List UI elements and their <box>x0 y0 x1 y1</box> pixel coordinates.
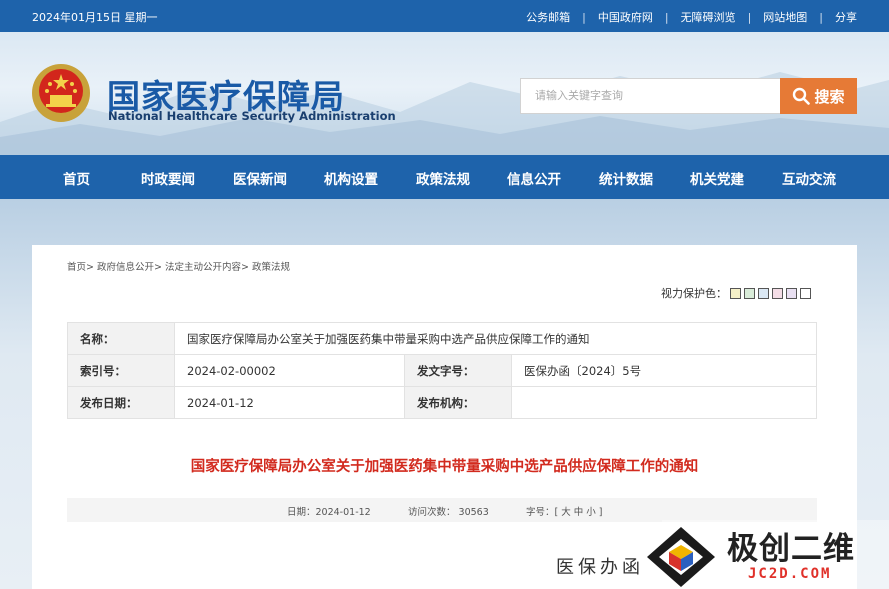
current-date: 2024年01月15日 星期一 <box>32 11 158 24</box>
eye-protection-label: 视力保护色： <box>661 287 727 300</box>
search-input[interactable]: 请输入关键字查询 <box>520 78 782 114</box>
index-label: 索引号： <box>67 354 175 387</box>
font-size-selector[interactable]: 字号：[ 大 中 小 ] <box>526 504 603 518</box>
color-swatch-blue[interactable] <box>758 287 769 299</box>
table-row: 索引号： 2024-02-00002 发文字号： 医保办函〔2024〕5号 <box>67 354 817 387</box>
nav-item-organization[interactable]: 机构设置 <box>324 168 378 188</box>
color-swatch-white[interactable] <box>800 287 811 299</box>
visit-count: 访问次数： 30563 <box>408 507 489 518</box>
top-links: 公务邮箱 | 中国政府网 | 无障碍浏览 | 网站地图 | 分享 <box>526 9 857 25</box>
docno-value: 医保办函〔2024〕5号 <box>511 354 817 387</box>
color-swatch-purple[interactable] <box>786 287 797 299</box>
nav-item-statistics[interactable]: 统计数据 <box>599 168 653 188</box>
search-icon <box>793 87 811 105</box>
main-nav: 首页 时政要闻 医保新闻 机构设置 政策法规 信息公开 统计数据 机关党建 互动… <box>0 155 889 199</box>
breadcrumb: 首页> 政府信息公开> 法定主动公开内容> 政策法规 <box>67 259 290 273</box>
breadcrumb-home[interactable]: 首页> <box>67 262 94 273</box>
org-label: 发布机构： <box>404 386 512 419</box>
separator: | <box>819 10 823 24</box>
date-value: 2024-01-12 <box>174 386 405 419</box>
table-row: 名称： 国家医疗保障局办公室关于加强医药集中带量采购中选产品供应保障工作的通知 <box>67 322 817 355</box>
nav-item-news[interactable]: 时政要闻 <box>141 168 195 188</box>
name-label: 名称： <box>67 322 175 355</box>
separator: | <box>664 10 669 24</box>
breadcrumb-gov-info[interactable]: 政府信息公开> <box>97 262 162 273</box>
link-share[interactable]: 分享 <box>835 9 857 25</box>
breadcrumb-statutory[interactable]: 法定主动公开内容> <box>165 262 249 273</box>
link-accessibility[interactable]: 无障碍浏览 <box>681 9 736 25</box>
link-gov[interactable]: 中国政府网 <box>598 9 653 25</box>
nav-item-policy[interactable]: 政策法规 <box>416 168 470 188</box>
article-date: 日期：2024-01-12 <box>287 507 371 518</box>
separator: | <box>582 10 586 24</box>
link-sitemap[interactable]: 网站地图 <box>763 9 807 25</box>
watermark-text: 极创二维 <box>727 531 855 567</box>
index-value: 2024-02-00002 <box>174 354 405 387</box>
watermark-url: JC2D.COM <box>748 566 832 582</box>
eye-protection-selector: 视力保护色： <box>661 285 811 301</box>
breadcrumb-policy[interactable]: 政策法规 <box>252 262 290 273</box>
name-value: 国家医疗保障局办公室关于加强医药集中带量采购中选产品供应保障工作的通知 <box>174 322 817 355</box>
nav-item-home[interactable]: 首页 <box>63 168 90 188</box>
table-row: 发布日期： 2024-01-12 发布机构： <box>67 386 817 419</box>
nav-item-medical-news[interactable]: 医保新闻 <box>233 168 287 188</box>
national-emblem-icon <box>32 64 90 122</box>
date-label: 发布日期： <box>67 386 175 419</box>
color-swatch-green[interactable] <box>744 287 755 299</box>
top-bar: 2024年01月15日 星期一 公务邮箱 | 中国政府网 | 无障碍浏览 | 网… <box>0 0 889 32</box>
org-value <box>511 386 817 419</box>
separator: | <box>747 10 752 24</box>
search-button[interactable]: 搜索 <box>780 78 857 114</box>
watermark-logo-icon <box>647 527 715 587</box>
color-swatch-pink[interactable] <box>772 287 783 299</box>
site-logo-english: National Healthcare Security Administrat… <box>108 109 396 123</box>
document-meta-table: 名称： 国家医疗保障局办公室关于加强医药集中带量采购中选产品供应保障工作的通知 … <box>67 322 817 419</box>
color-swatch-yellow[interactable] <box>730 287 741 299</box>
article-info-bar: 日期：2024-01-12 访问次数： 30563 字号：[ 大 中 小 ] <box>67 498 817 522</box>
article-title: 国家医疗保障局办公室关于加强医药集中带量采购中选产品供应保障工作的通知 <box>190 459 699 475</box>
site-header: 国家医疗保障局 National Healthcare Security Adm… <box>0 32 889 155</box>
document-preview-text: 医保办函 <box>556 557 644 578</box>
nav-item-disclosure[interactable]: 信息公开 <box>507 168 561 188</box>
nav-item-interaction[interactable]: 互动交流 <box>782 168 836 188</box>
nav-item-party[interactable]: 机关党建 <box>690 168 744 188</box>
link-mail[interactable]: 公务邮箱 <box>526 9 570 25</box>
docno-label: 发文字号： <box>404 354 512 387</box>
search-button-label: 搜索 <box>814 87 845 106</box>
